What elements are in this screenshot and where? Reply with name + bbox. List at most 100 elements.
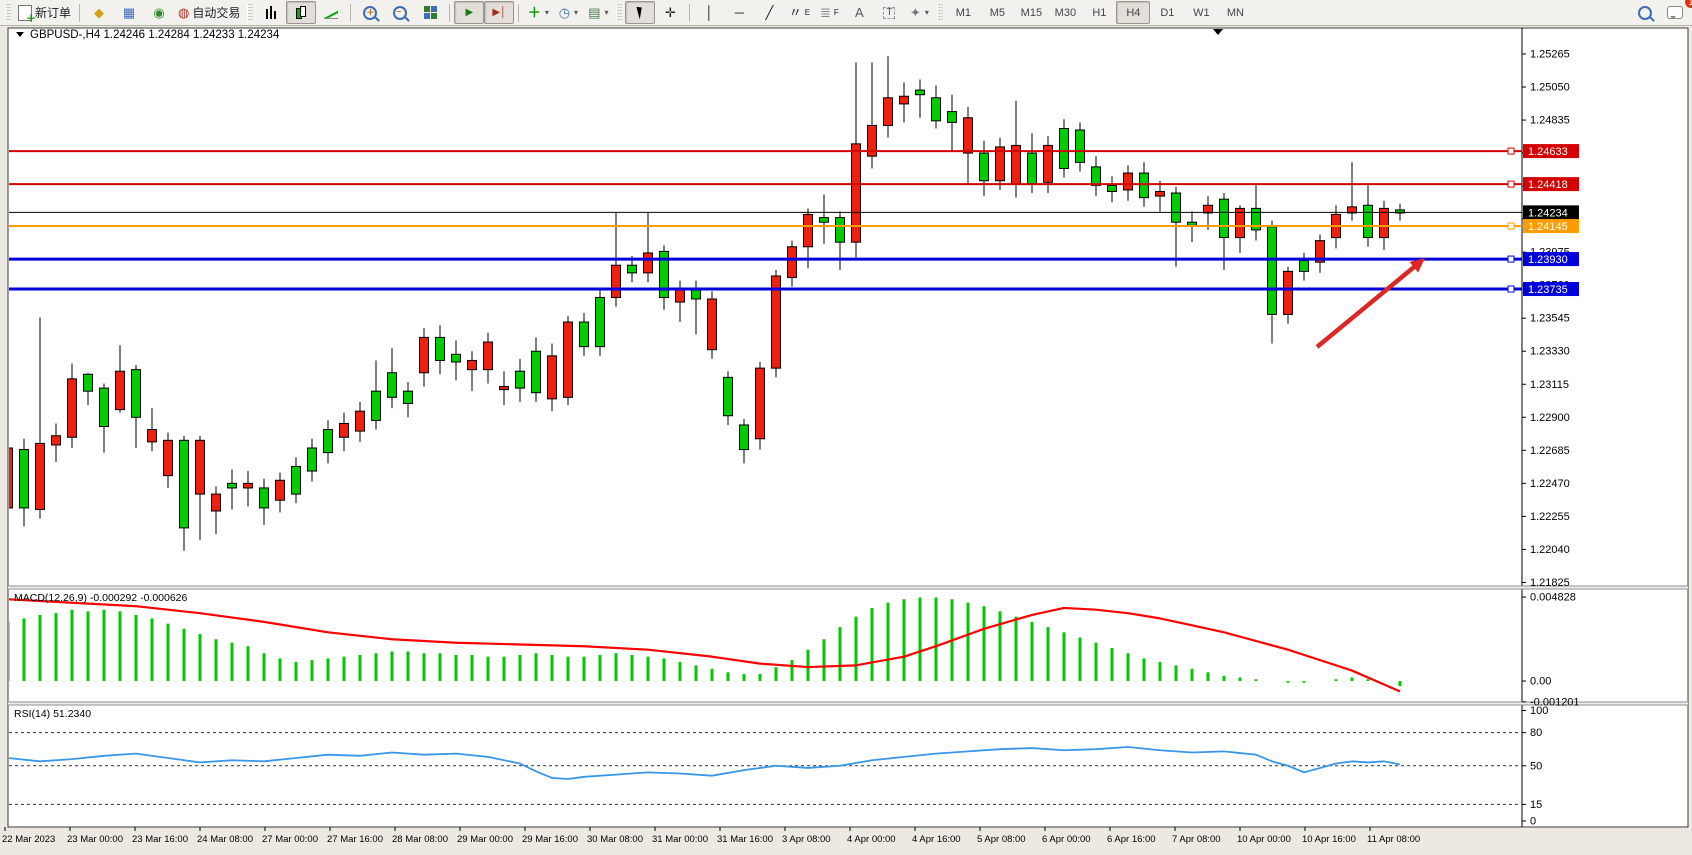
main-toolbar: 新订单 ◆ ▦ ◉ ◍ 自动交易 ＋ − ▶ ▶│ ＋▾ ◷▾ ▤▾ ✛ │ ─… [0,0,1692,26]
time-axis-label: 23 Mar 00:00 [67,834,123,845]
candle [804,215,813,247]
candle [324,430,333,453]
candle [1268,227,1277,315]
timeframe-D1[interactable]: D1 [1150,1,1184,24]
time-axis-label: 23 Mar 16:00 [132,834,188,845]
price-axis-label: 1.22040 [1530,544,1570,556]
channel-tool-button[interactable]: 〃E [784,1,814,24]
search-icon [1638,6,1652,20]
candlestick-chart-button[interactable] [286,1,316,24]
time-axis-label: 27 Mar 16:00 [327,834,383,845]
timeframe-MN[interactable]: MN [1218,1,1252,24]
label-tool-button[interactable]: T [874,1,904,24]
time-axis-label: 3 Apr 08:00 [782,834,831,845]
candle [52,436,61,445]
cleanup-button[interactable]: ◆ [84,1,114,24]
crosshair-tool-button[interactable]: ✛ [655,1,685,24]
indicators-button[interactable]: ＋▾ [523,1,553,24]
price-badge-label: 1.23930 [1528,254,1568,266]
hline-icon: ─ [735,6,744,19]
fibonacci-tool-button[interactable]: ≣F [814,1,844,24]
line-handle[interactable] [1508,148,1514,154]
candle [580,322,589,347]
shapes-icon: ✦ [910,6,921,19]
price-axis-label: 1.22470 [1530,478,1570,490]
candle [916,90,925,95]
line-handle[interactable] [1508,223,1514,229]
macd-header: MACD(12,26,9) -0.000292 -0.000626 [14,592,188,604]
tile-windows-icon [424,6,437,19]
zoom-out-button[interactable]: − [385,1,415,24]
autotrading-button[interactable]: ◍ 自动交易 [174,1,244,24]
hline-tool-button[interactable]: ─ [724,1,754,24]
candle [692,290,701,299]
time-axis-label: 31 Mar 00:00 [652,834,708,845]
chart-canvas[interactable]: 1.252651.250501.248351.246201.244051.241… [0,26,1692,850]
terminal-button[interactable]: ▦ [114,1,144,24]
macd-axis-label: 0.004828 [1530,592,1576,604]
timeframe-M5[interactable]: M5 [980,1,1014,24]
vline-tool-button[interactable]: │ [694,1,724,24]
notification-badge: 1 [1685,0,1692,8]
candle [1300,261,1309,272]
candle [564,322,573,397]
chart-shift-button[interactable]: ▶│ [484,1,514,24]
candle [468,360,477,369]
trendline-tool-button[interactable]: ╱ [754,1,784,24]
cursor-tool-button[interactable] [625,1,655,24]
candle [180,440,189,528]
timeframe-M30[interactable]: M30 [1048,1,1082,24]
timeframe-M15[interactable]: M15 [1014,1,1048,24]
rsi-axis-label: 100 [1530,705,1548,717]
time-axis-label: 4 Apr 00:00 [847,834,896,845]
line-handle[interactable] [1508,256,1514,262]
candle [116,371,125,409]
chat-bubble-icon [1667,6,1683,19]
candle [372,391,381,420]
candle [148,430,157,442]
time-axis-label: 24 Mar 08:00 [197,834,253,845]
candle [452,354,461,362]
timeframe-H4[interactable]: H4 [1116,1,1150,24]
line-handle[interactable] [1508,286,1514,292]
price-axis-label: 1.23330 [1530,346,1570,358]
chart-title: GBPUSD-,H4 1.24246 1.24284 1.24233 1.242… [30,29,280,41]
new-order-icon [18,5,32,21]
templates-button[interactable]: ▤▾ [583,1,613,24]
price-axis-label: 1.24835 [1530,115,1570,127]
timeframe-H1[interactable]: H1 [1082,1,1116,24]
candle [164,440,173,475]
candlestick-icon [295,6,307,20]
bar-chart-icon [265,6,278,19]
time-axis-label: 30 Mar 08:00 [587,834,643,845]
candle [1220,199,1229,237]
timeframe-W1[interactable]: W1 [1184,1,1218,24]
chart-window[interactable]: 1.252651.250501.248351.246201.244051.241… [0,26,1692,850]
candle [1156,191,1165,196]
price-axis-label: 1.22255 [1530,511,1570,523]
time-axis-label: 31 Mar 16:00 [717,834,773,845]
search-button[interactable] [1630,1,1660,24]
new-order-button[interactable]: 新订单 [14,1,75,24]
line-handle[interactable] [1508,181,1514,187]
periods-button[interactable]: ◷▾ [553,1,583,24]
notifications-button[interactable]: 1 [1660,1,1690,24]
candle [356,411,365,431]
timeframe-M1[interactable]: M1 [946,1,980,24]
bar-chart-button[interactable] [256,1,286,24]
tile-windows-button[interactable] [415,1,445,24]
shapes-button[interactable]: ✦▾ [904,1,934,24]
price-badge-label: 1.24234 [1528,207,1568,219]
rsi-axis-label: 15 [1530,799,1542,811]
candle [980,153,989,181]
candle [292,466,301,494]
signals-button[interactable]: ◉ [144,1,174,24]
line-chart-button[interactable] [316,1,346,24]
candle [1076,130,1085,162]
zoom-in-button[interactable]: ＋ [355,1,385,24]
chart-shift-icon: ▶│ [492,8,506,18]
candle [1092,167,1101,185]
auto-scroll-button[interactable]: ▶ [454,1,484,24]
time-axis-label: 10 Apr 16:00 [1302,834,1356,845]
text-tool-button[interactable]: A [844,1,874,24]
